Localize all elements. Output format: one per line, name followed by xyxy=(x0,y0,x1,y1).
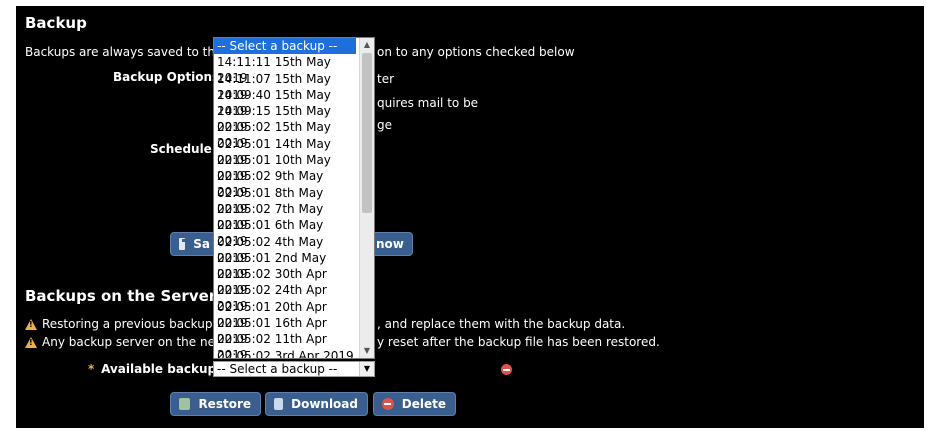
dropdown-option[interactable]: 02:05:01 10th May 2019 xyxy=(214,152,356,183)
backup-description-left: Backups are always saved to the xyxy=(25,45,223,59)
dropdown-option[interactable]: 02:05:01 6th May 2019 xyxy=(214,217,356,248)
dropdown-option[interactable]: 02:05:01 14th May 2019 xyxy=(214,136,356,167)
dropdown-option[interactable]: 14:09:40 15th May 2019 xyxy=(214,87,356,118)
scrollbar-thumb[interactable] xyxy=(362,53,372,213)
dropdown-option[interactable]: 14:09:15 15th May 2019 xyxy=(214,103,356,134)
backup-now-label: now xyxy=(376,237,404,251)
backup-option-text-2: quires mail to be xyxy=(377,96,479,110)
schedule-label: Schedule xyxy=(150,142,212,156)
backup-description-right: on to any options checked below xyxy=(377,45,575,59)
scroll-up-icon[interactable]: ▲ xyxy=(360,38,374,52)
backup-option-text-3: ge xyxy=(377,118,392,132)
dropdown-options: -- Select a backup -- 14:11:11 15th May 2… xyxy=(214,38,374,358)
backup-option-text-1: ter xyxy=(377,72,395,86)
backup-dropdown-list[interactable]: -- Select a backup -- 14:11:11 15th May 2… xyxy=(213,37,375,359)
dropdown-option[interactable]: 02:05:02 15th May 2019 xyxy=(214,119,356,150)
save-button-label: Sa xyxy=(193,237,210,251)
restore-icon xyxy=(179,398,191,410)
backup-title: Backup xyxy=(25,14,87,32)
restore-warning-left: Restoring a previous backup xyxy=(42,317,213,331)
dropdown-option[interactable]: 02:05:01 8th May 2019 xyxy=(214,185,356,216)
delete-button[interactable]: Delete xyxy=(373,392,456,416)
dropdown-option[interactable]: 02:05:02 30th Apr 2019 xyxy=(214,266,356,297)
warning-icon xyxy=(25,319,37,330)
dropdown-option[interactable]: 14:11:07 15th May 2019 xyxy=(214,71,356,102)
save-icon xyxy=(179,238,189,250)
dropdown-option[interactable]: 14:11:11 15th May 2019 xyxy=(214,54,356,85)
select-value: -- Select a backup -- xyxy=(217,362,338,376)
server-backups-title: Backups on the Server xyxy=(25,287,217,305)
download-button[interactable]: Download xyxy=(265,392,368,416)
available-backups-label: Available backups xyxy=(101,362,224,376)
restore-warning-right: , and replace them with the backup data. xyxy=(377,317,626,331)
download-icon xyxy=(274,398,284,410)
dropdown-option[interactable]: 02:05:02 9th May 2019 xyxy=(214,168,356,199)
restore-button-label: Restore xyxy=(198,397,251,411)
required-marker: * xyxy=(88,362,95,376)
server-warning-left: Any backup server on the net xyxy=(42,335,220,349)
dropdown-option[interactable]: 02:05:02 24th Apr 2019 xyxy=(214,282,356,313)
backup-options-label: Backup Options xyxy=(113,70,220,84)
dropdown-option[interactable]: -- Select a backup -- xyxy=(214,38,356,55)
download-button-label: Download xyxy=(291,397,358,411)
chevron-down-icon[interactable]: ▼ xyxy=(359,362,374,376)
dropdown-option[interactable]: 02:05:02 7th May 2019 xyxy=(214,201,356,232)
available-backups-label-group: * Available backups xyxy=(88,362,223,376)
backup-now-button[interactable]: now xyxy=(371,232,413,256)
scroll-down-icon[interactable]: ▼ xyxy=(360,344,374,358)
available-backups-select[interactable]: -- Select a backup -- ▼ xyxy=(213,361,375,377)
dropdown-option[interactable]: 02:05:01 20th Apr 2019 xyxy=(214,299,356,330)
delete-button-label: Delete xyxy=(401,397,446,411)
restore-button[interactable]: Restore xyxy=(170,392,261,416)
dropdown-scrollbar[interactable]: ▲ ▼ xyxy=(359,38,374,358)
backup-panel: Backup Backups are always saved to the o… xyxy=(16,6,924,428)
dropdown-option[interactable]: 02:05:01 16th Apr 2019 xyxy=(214,315,356,346)
dropdown-option[interactable]: 02:05:02 11th Apr 2019 xyxy=(214,331,356,358)
dropdown-option[interactable]: 02:05:01 2nd May 2019 xyxy=(214,250,356,281)
warning-icon xyxy=(25,337,37,348)
error-icon xyxy=(501,364,512,375)
dropdown-option[interactable]: 02:05:02 4th May 2019 xyxy=(214,234,356,265)
server-warning-right: y reset after the backup file has been r… xyxy=(377,335,660,349)
delete-icon xyxy=(382,398,394,410)
dropdown-option[interactable]: 02:05:02 3rd Apr 2019 xyxy=(214,348,356,358)
